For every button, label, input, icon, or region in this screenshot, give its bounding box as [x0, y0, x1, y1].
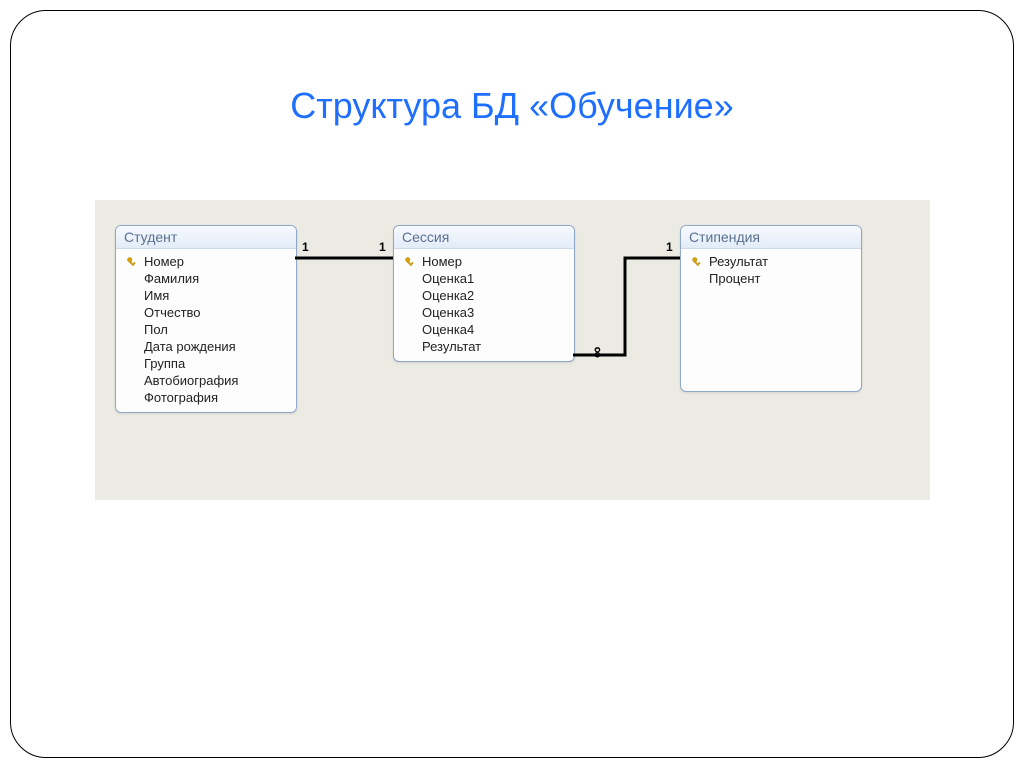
field-name: Номер: [418, 254, 462, 269]
field-name: Результат: [705, 254, 768, 269]
primary-key-icon: [689, 256, 705, 268]
primary-key-icon: [124, 256, 140, 268]
field-row[interactable]: Результат: [681, 253, 861, 270]
entity-student-fields: Номер Фамилия Имя Отчество Пол Дата рожд…: [116, 249, 296, 412]
field-row[interactable]: Оценка2: [394, 287, 574, 304]
field-name: Оценка3: [418, 305, 474, 320]
field-name: Номер: [140, 254, 184, 269]
field-name: Дата рождения: [140, 339, 236, 354]
field-row[interactable]: Пол: [116, 321, 296, 338]
field-name: Результат: [418, 339, 481, 354]
field-name: Автобиография: [140, 373, 238, 388]
field-row[interactable]: Дата рождения: [116, 338, 296, 355]
entity-session-title: Сессия: [394, 226, 574, 249]
field-row[interactable]: Фотография: [116, 389, 296, 406]
field-row[interactable]: Номер: [116, 253, 296, 270]
field-row[interactable]: Отчество: [116, 304, 296, 321]
field-name: Оценка4: [418, 322, 474, 337]
field-name: Фотография: [140, 390, 218, 405]
field-row[interactable]: Номер: [394, 253, 574, 270]
field-row[interactable]: Оценка1: [394, 270, 574, 287]
entity-student-title: Студент: [116, 226, 296, 249]
entity-stipend-title: Стипендия: [681, 226, 861, 249]
entity-stipend-fields: Результат Процент: [681, 249, 861, 293]
field-row[interactable]: Группа: [116, 355, 296, 372]
cardinality-label: 1: [302, 240, 309, 254]
field-row[interactable]: Имя: [116, 287, 296, 304]
field-row[interactable]: Результат: [394, 338, 574, 355]
field-name: Отчество: [140, 305, 201, 320]
cardinality-label: ∞: [589, 347, 607, 358]
er-diagram-panel: Студент Номер Фамилия Имя Отчество Пол Д…: [95, 200, 930, 500]
entity-student[interactable]: Студент Номер Фамилия Имя Отчество Пол Д…: [115, 225, 297, 413]
entity-session[interactable]: Сессия Номер Оценка1 Оценка2 Оценка3 Оце…: [393, 225, 575, 362]
field-name: Имя: [140, 288, 169, 303]
cardinality-label: 1: [666, 240, 673, 254]
primary-key-icon: [402, 256, 418, 268]
field-name: Фамилия: [140, 271, 199, 286]
field-row[interactable]: Автобиография: [116, 372, 296, 389]
field-name: Процент: [705, 271, 760, 286]
field-name: Пол: [140, 322, 168, 337]
page-title: Структура БД «Обучение»: [0, 85, 1024, 127]
entity-stipend[interactable]: Стипендия Результат Процент: [680, 225, 862, 392]
field-row[interactable]: Процент: [681, 270, 861, 287]
field-name: Оценка1: [418, 271, 474, 286]
field-row[interactable]: Фамилия: [116, 270, 296, 287]
field-name: Оценка2: [418, 288, 474, 303]
cardinality-label: 1: [379, 240, 386, 254]
entity-session-fields: Номер Оценка1 Оценка2 Оценка3 Оценка4 Ре…: [394, 249, 574, 361]
field-row[interactable]: Оценка4: [394, 321, 574, 338]
field-name: Группа: [140, 356, 185, 371]
field-row[interactable]: Оценка3: [394, 304, 574, 321]
